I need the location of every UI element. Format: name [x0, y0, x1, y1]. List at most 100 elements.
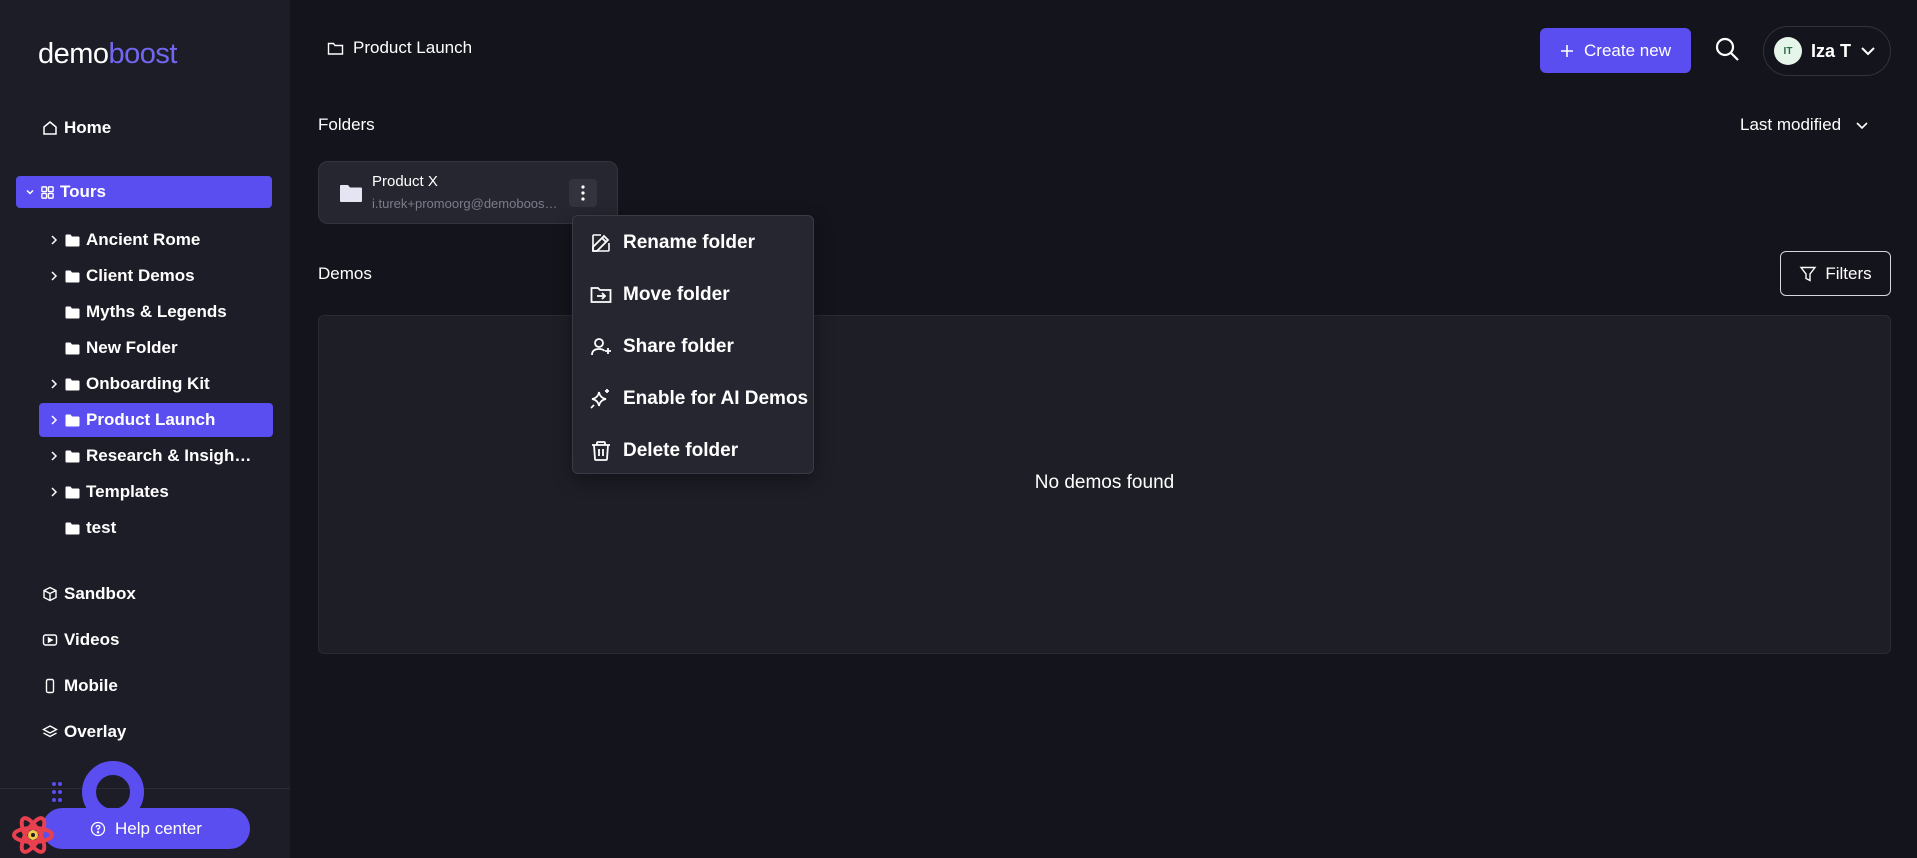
nav-mobile[interactable]: Mobile — [42, 676, 118, 696]
menu-item-label: Delete folder — [623, 440, 739, 461]
sidebar-folder-label: New Folder — [86, 338, 178, 357]
nav-videos[interactable]: Videos — [42, 630, 119, 650]
video-icon — [42, 634, 58, 646]
folders-heading: Folders — [318, 115, 375, 134]
breadcrumb: Product Launch — [327, 38, 472, 58]
filters-label: Filters — [1825, 263, 1872, 283]
sidebar: demoboost Home Tours Ancient Rome Client … — [0, 0, 290, 858]
user-menu-button[interactable]: IT Iza T — [1763, 26, 1891, 76]
pencil-icon — [592, 234, 610, 252]
home-icon — [43, 121, 57, 135]
chevron-right-icon[interactable] — [47, 449, 61, 463]
cube-icon — [43, 586, 57, 602]
sidebar-folder-label: Client Demos — [86, 266, 195, 285]
nav-home-label: Home — [64, 118, 112, 137]
folder-owner: i.turek+promoorg@demoboost.com — [372, 196, 558, 211]
search-icon[interactable] — [1714, 36, 1740, 62]
sidebar-folder-label: Onboarding Kit — [86, 374, 210, 393]
sidebar-divider — [0, 788, 290, 789]
react-devtools-icon[interactable] — [11, 813, 55, 857]
menu-item-move-folder[interactable]: Move folder — [589, 280, 730, 310]
nav-home[interactable]: Home — [42, 118, 111, 138]
trash-icon — [592, 441, 610, 461]
folder-icon — [65, 378, 80, 390]
folder-icon — [65, 234, 80, 246]
chevron-right-icon[interactable] — [47, 377, 61, 391]
menu-item-label: Rename folder — [623, 232, 755, 253]
chevron-right-icon[interactable] — [47, 269, 61, 283]
nav-tours-label: Tours — [60, 182, 106, 201]
sidebar-folder-label: Templates — [86, 482, 169, 501]
sidebar-folder-item[interactable]: New Folder — [39, 331, 273, 365]
folder-options-button[interactable] — [569, 179, 597, 207]
nav-sandbox[interactable]: Sandbox — [42, 584, 136, 604]
folder-icon — [65, 342, 80, 354]
folder-icon — [65, 522, 80, 534]
help-center-label: Help center — [115, 818, 202, 838]
menu-item-label: Move folder — [623, 284, 730, 305]
sparkles-icon — [590, 389, 609, 409]
avatar: IT — [1774, 37, 1802, 65]
chevron-down-icon — [1861, 47, 1875, 56]
sidebar-folder-item[interactable]: Templates — [39, 475, 273, 509]
user-name: Iza T — [1811, 40, 1852, 61]
grid-icon — [41, 185, 54, 199]
filter-icon — [1799, 266, 1817, 282]
folder-icon — [65, 414, 80, 426]
user-plus-icon — [591, 338, 611, 356]
chevron-right-icon[interactable] — [47, 233, 61, 247]
nav-mobile-label: Mobile — [64, 676, 118, 695]
chevron-right-icon[interactable] — [47, 413, 61, 427]
menu-item-rename-folder[interactable]: Rename folder — [589, 228, 755, 258]
sidebar-folder-item[interactable]: test — [39, 511, 273, 545]
chevron-down-icon — [1856, 121, 1868, 129]
folder-outline-icon — [327, 42, 344, 55]
question-circle-icon — [90, 821, 106, 836]
logo-text-boost: boost — [108, 38, 178, 70]
menu-item-enable-ai-demos[interactable]: Enable for AI Demos — [589, 384, 808, 414]
create-new-label: Create new — [1584, 40, 1671, 60]
plus-icon — [1561, 44, 1574, 57]
nav-overlay[interactable]: Overlay — [42, 722, 126, 742]
layers-icon — [42, 725, 58, 738]
menu-item-share-folder[interactable]: Share folder — [589, 332, 734, 362]
menu-item-delete-folder[interactable]: Delete folder — [589, 436, 738, 466]
folder-card[interactable]: Product X i.turek+promoorg@demoboost.com — [318, 161, 618, 224]
demos-panel: No demos found — [318, 315, 1891, 654]
sidebar-folder-item[interactable]: Myths & Legends — [39, 295, 273, 329]
menu-item-label: Share folder — [623, 336, 734, 357]
folder-move-icon — [590, 287, 612, 303]
sidebar-folder-item[interactable]: Onboarding Kit — [39, 367, 273, 401]
nav-tours[interactable]: Tours — [16, 176, 272, 208]
chevron-down-icon — [26, 189, 34, 195]
nav-sandbox-label: Sandbox — [64, 584, 136, 603]
create-new-button[interactable]: Create new — [1540, 28, 1691, 73]
sort-label: Last modified — [1740, 115, 1842, 134]
sidebar-folder-label: test — [86, 518, 117, 537]
sidebar-folder-label: Research & Insigh… — [86, 446, 252, 465]
help-center-button[interactable]: Help center — [42, 808, 250, 849]
sidebar-folder-item[interactable]: Ancient Rome — [39, 223, 273, 257]
nav-overlay-label: Overlay — [64, 722, 127, 741]
folder-icon — [65, 486, 80, 498]
folder-icon — [65, 450, 80, 462]
brand-logo[interactable]: demoboost — [38, 38, 178, 71]
sort-dropdown[interactable]: Last modified — [1740, 115, 1869, 135]
drag-handle-icon[interactable] — [51, 781, 63, 803]
empty-state-text: No demos found — [1034, 472, 1175, 493]
folder-icon — [65, 306, 80, 318]
sidebar-folder-item[interactable]: Client Demos — [39, 259, 273, 293]
sidebar-folder-item[interactable]: Product Launch — [39, 403, 273, 437]
folder-name: Product X — [372, 173, 438, 190]
folder-icon — [65, 270, 80, 282]
logo-text-demo: demo — [38, 38, 109, 70]
chevron-right-icon[interactable] — [47, 485, 61, 499]
folder-icon — [340, 185, 362, 202]
sidebar-folder-label: Product Launch — [86, 410, 216, 429]
folder-context-menu: Rename folder Move folder Share folder E… — [572, 215, 814, 474]
nav-videos-label: Videos — [64, 630, 120, 649]
filters-button[interactable]: Filters — [1780, 251, 1891, 296]
more-vertical-icon — [581, 185, 585, 201]
sidebar-folder-item[interactable]: Research & Insigh… — [39, 439, 273, 473]
breadcrumb-current[interactable]: Product Launch — [353, 38, 472, 58]
